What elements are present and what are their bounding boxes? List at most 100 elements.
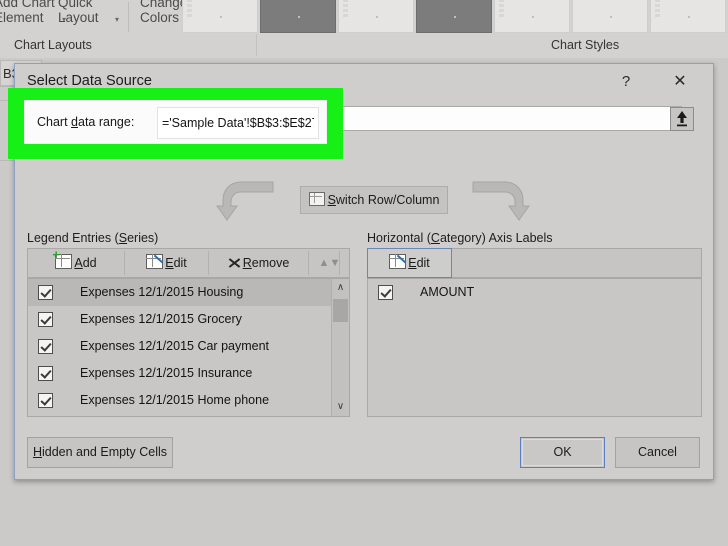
remove-label-post: emove [251, 256, 290, 270]
chevron-down-icon[interactable]: ▾ [115, 15, 119, 24]
ribbon-command-row: Add Chart Element ▾ Quick Layout ▾ Chang… [0, 0, 728, 33]
move-series-down-button[interactable]: ▼ [320, 249, 350, 277]
chart-style-thumbnail[interactable] [572, 0, 648, 33]
thumbnail-mark [532, 16, 534, 19]
ribbon-divider [128, 2, 129, 32]
axis-label-post: ategory) Axis Labels [439, 231, 553, 245]
ribbon-quick-layout[interactable]: Quick Layout [58, 0, 99, 25]
list-item[interactable]: AMOUNT [368, 279, 701, 306]
chart-style-thumbnail[interactable] [338, 0, 414, 33]
series-checkbox[interactable] [38, 366, 53, 381]
add-series-button[interactable]: + Add [28, 248, 124, 277]
list-item[interactable]: Expenses 12/1/2015 Insurance [28, 360, 333, 387]
legend-label-pre: Legend Entries ( [27, 231, 119, 245]
excel-ribbon: Add Chart Element ▾ Quick Layout ▾ Chang… [0, 0, 728, 58]
list-item-label: Expenses 12/1/2015 Grocery [80, 312, 242, 326]
add-series-icon: + [52, 248, 73, 269]
chart-style-thumbnail-selected[interactable] [260, 0, 336, 33]
ribbon-change-colors-line1: Change [140, 0, 188, 10]
collapse-dialog-icon [677, 111, 687, 127]
thumbnail-bars-icon [343, 0, 349, 23]
legend-label-key: S [118, 231, 128, 245]
chart-style-thumbnail[interactable] [650, 0, 726, 33]
close-icon[interactable]: ✕ [665, 70, 695, 94]
annotation-label-key: d [71, 115, 78, 129]
chart-style-thumbnail-selected[interactable] [416, 0, 492, 33]
dialog-title: Select Data Source [27, 73, 152, 89]
thumbnail-mark [454, 16, 456, 19]
series-checkbox[interactable] [38, 285, 53, 300]
thumbnail-mark [688, 16, 690, 19]
list-item[interactable]: Expenses 12/1/2015 Housing [28, 279, 333, 306]
axis-label-checkbox[interactable] [378, 285, 393, 300]
ok-button[interactable]: OK [520, 437, 605, 468]
switch-label-post: witch Row/Column [335, 193, 440, 207]
edit-series-button[interactable]: Edit [125, 249, 208, 277]
ribbon-group-divider [256, 34, 257, 56]
chart-style-thumbnail[interactable] [494, 0, 570, 33]
list-item-label: Expenses 12/1/2015 Housing [80, 285, 244, 299]
annotation-highlight-box: Chart data range: [8, 88, 343, 159]
hidden-and-empty-cells-button[interactable]: Hidden and Empty Cells [27, 437, 173, 468]
ribbon-add-chart-element[interactable]: Add Chart Element [0, 0, 55, 25]
list-item-label: Expenses 12/1/2015 Car payment [80, 339, 270, 353]
list-item[interactable]: Expenses 12/1/2015 Car payment [28, 333, 333, 360]
scroll-up-icon[interactable]: ∧ [332, 279, 349, 297]
chart-style-thumbnail[interactable] [182, 0, 258, 33]
switch-row-column-row: Switch Row/Column [15, 174, 713, 232]
pencil-icon [153, 254, 164, 264]
series-checkbox[interactable] [38, 339, 53, 354]
annotation-inner-panel: Chart data range: [24, 100, 327, 144]
legend-entries-toolbar: + Add Edit Remove ▲ ▼ [27, 248, 350, 278]
axis-label-pre: Horizontal ( [367, 231, 431, 245]
series-checkbox[interactable] [38, 393, 53, 408]
swap-arrow-left-icon [216, 181, 274, 221]
hidden-cells-post: idden and Empty Cells [41, 445, 168, 459]
switch-row-column-icon [308, 192, 325, 206]
legend-label-post: eries) [127, 231, 159, 245]
list-item[interactable]: Expenses 12/1/2015 Grocery [28, 306, 333, 333]
cancel-button[interactable]: Cancel [615, 437, 700, 468]
scroll-down-icon[interactable]: ∨ [332, 398, 349, 416]
axis-labels-listbox[interactable]: AMOUNT [367, 278, 702, 417]
ribbon-change-colors-line2: Colors [140, 10, 180, 25]
edit-label-post: dit [173, 256, 187, 270]
axis-label-key: C [430, 231, 440, 245]
list-item-label: Expenses 12/1/2015 Home phone [80, 393, 270, 407]
legend-entries-listbox[interactable]: Expenses 12/1/2015 Housing Expenses 12/1… [27, 278, 350, 417]
help-icon[interactable]: ? [611, 70, 641, 94]
annotation-label-post: ata range: [78, 115, 135, 129]
edit-axis-label-post: dit [416, 256, 430, 270]
switch-label-key: S [327, 193, 336, 207]
collapse-dialog-button[interactable] [670, 107, 694, 131]
add-label-post: dd [82, 256, 97, 270]
thumbnail-mark [610, 16, 612, 19]
ribbon-group-label-row: Chart Layouts Chart Styles [0, 33, 728, 58]
cancel-button-label: Cancel [638, 445, 677, 459]
legend-list-scrollbar[interactable]: ∧ ∨ [331, 279, 349, 416]
ribbon-change-colors[interactable]: Change Colors [140, 0, 187, 25]
swap-arrow-right-icon [472, 181, 530, 221]
thumbnail-bars-icon [499, 0, 505, 23]
thumbnail-bars-icon [655, 0, 661, 23]
remove-series-button[interactable]: Remove [209, 249, 308, 277]
scrollbar-thumb[interactable] [333, 299, 348, 322]
axis-labels-toolbar: Edit [367, 248, 702, 278]
annotation-chart-data-range-input[interactable] [157, 107, 319, 139]
thumbnail-mark [376, 16, 378, 19]
ribbon-group-chart-styles: Chart Styles [551, 38, 620, 52]
chart-styles-gallery[interactable] [182, 0, 728, 33]
default-focus-ring [522, 439, 603, 466]
ribbon-quick-layout-line2: Layout [58, 10, 99, 25]
series-checkbox[interactable] [38, 312, 53, 327]
switch-row-column-button[interactable]: Switch Row/Column [300, 186, 448, 214]
edit-axis-icon [389, 254, 407, 269]
edit-axis-button[interactable]: Edit [367, 248, 452, 278]
plus-icon: + [52, 247, 60, 262]
list-item[interactable]: Expenses 12/1/2015 Home phone [28, 387, 333, 414]
legend-entries-label: Legend Entries (Series) [27, 231, 158, 245]
pencil-icon [396, 254, 407, 264]
thumbnail-bars-icon [187, 0, 193, 23]
annotation-chart-data-range-label: Chart data range: [37, 115, 134, 129]
list-item-label: Expenses 12/1/2015 Insurance [80, 366, 253, 380]
